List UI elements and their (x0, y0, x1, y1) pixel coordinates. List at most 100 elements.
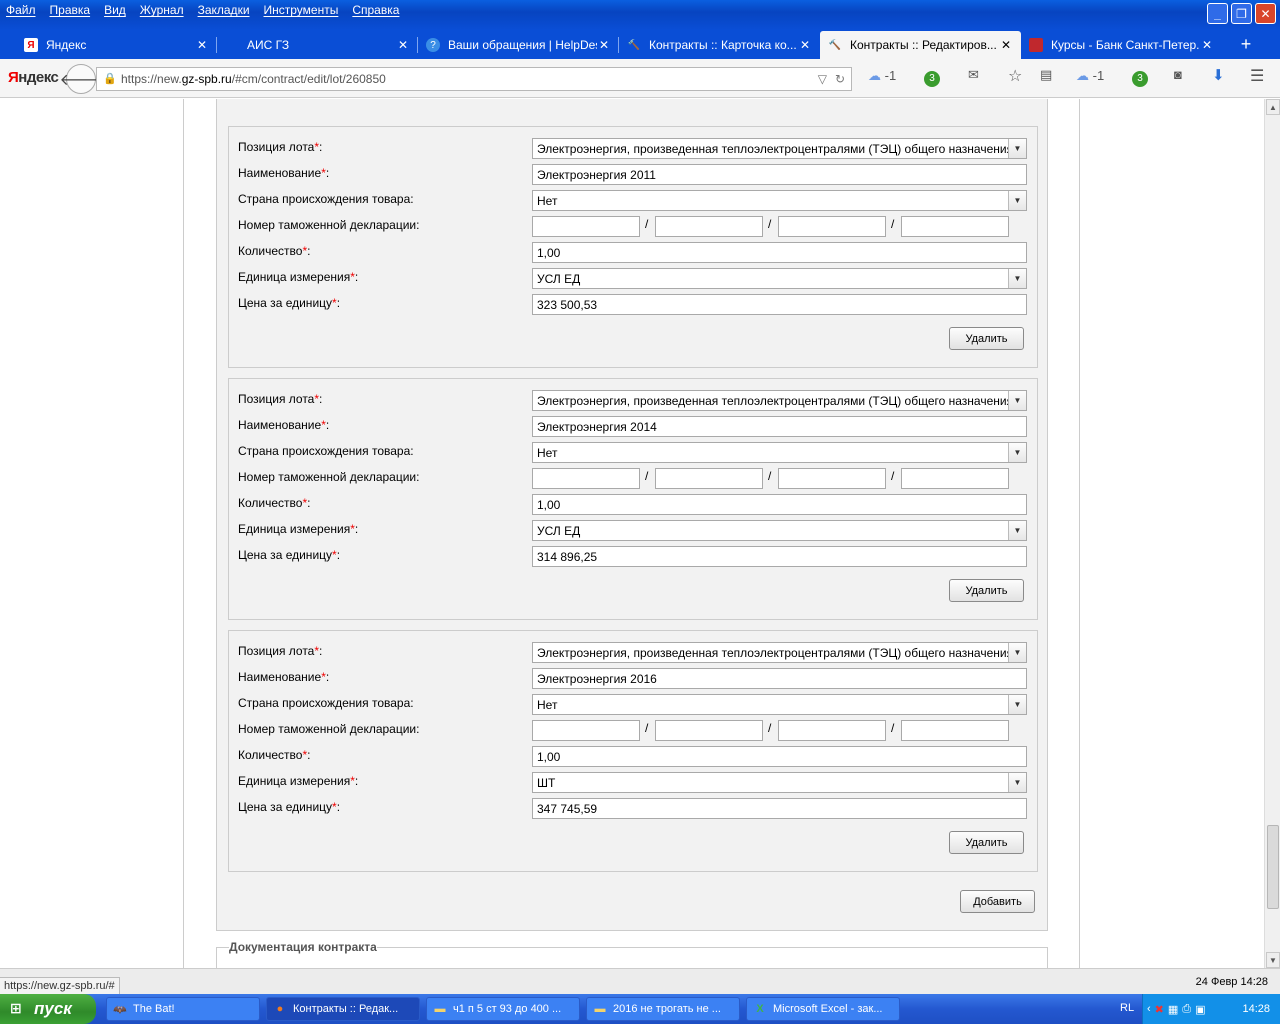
menu-history[interactable]: Журнал (140, 3, 184, 17)
menu-bookmarks[interactable]: Закладки (198, 3, 250, 17)
reader-icon[interactable]: ▤ (1040, 67, 1052, 83)
delete-button[interactable]: Удалить (949, 327, 1024, 350)
country-select[interactable]: Нет ▼ (532, 694, 1027, 715)
bookmark-star-icon[interactable]: ☆ (1008, 66, 1022, 86)
tab-bank-rates[interactable]: Курсы - Банк Санкт-Петер... ✕ (1021, 31, 1222, 59)
menu-file[interactable]: Файл (6, 3, 36, 17)
price-input[interactable]: 323 500,53 (532, 294, 1027, 315)
hamburger-menu-icon[interactable]: ☰ (1250, 66, 1264, 86)
network-icon[interactable]: ▦ (1168, 1003, 1178, 1016)
task-firefox-contracts[interactable]: ● Контракты :: Редак... (266, 997, 420, 1021)
tab-contract-edit[interactable]: 🔨 Контракты :: Редактиров... ✕ (820, 31, 1021, 59)
pocket-icon[interactable]: ◙ (1174, 67, 1182, 82)
country-select[interactable]: Нет ▼ (532, 190, 1027, 211)
quantity-input[interactable]: 1,00 (532, 242, 1027, 263)
menu-help[interactable]: Справка (352, 3, 399, 17)
tab-bar: Я Яндекс ✕ АИС ГЗ ✕ ? Ваши обращения | H… (0, 30, 1280, 59)
reload-icon[interactable]: ↻ (835, 72, 845, 86)
lot-item: Позиция лота *: Электроэнергия, произвед… (228, 630, 1038, 872)
lot-position-select[interactable]: Электроэнергия, произведенная теплоэлект… (532, 642, 1027, 663)
tab-close-icon[interactable]: ✕ (195, 38, 209, 52)
antivirus-icon[interactable]: ✖ (1155, 1003, 1164, 1016)
tab-contract-card[interactable]: 🔨 Контракты :: Карточка ко... ✕ (619, 31, 820, 59)
weather-widget-2[interactable]: ☁ -1 (1076, 68, 1104, 84)
unit-select[interactable]: ШТ ▼ (532, 772, 1027, 793)
quantity-input[interactable]: 1,00 (532, 494, 1027, 515)
delete-button[interactable]: Удалить (949, 831, 1024, 854)
customs-part-4-input[interactable] (901, 216, 1009, 237)
help-icon: ? (426, 38, 440, 52)
chevron-down-icon: ▼ (1008, 695, 1026, 714)
tab-label: Яндекс (46, 38, 87, 52)
price-input[interactable]: 347 745,59 (532, 798, 1027, 819)
menu-edit[interactable]: Правка (50, 3, 91, 17)
unit-select[interactable]: УСЛ ЕД ▼ (532, 268, 1027, 289)
scroll-thumb[interactable] (1267, 825, 1279, 909)
customs-part-2-input[interactable] (655, 720, 763, 741)
tray-chevron-icon[interactable]: ‹ (1147, 1003, 1151, 1015)
new-tab-button[interactable]: + (1232, 30, 1260, 59)
minimize-icon[interactable]: _ (1207, 3, 1228, 24)
customs-part-4-input[interactable] (901, 720, 1009, 741)
lot-name-input[interactable]: Электроэнергия 2011 (532, 164, 1027, 185)
lot-name-input[interactable]: Электроэнергия 2016 (532, 668, 1027, 689)
tab-yandex[interactable]: Я Яндекс ✕ (16, 31, 217, 59)
folder-icon: ▬ (434, 1003, 446, 1015)
unit-select[interactable]: УСЛ ЕД ▼ (532, 520, 1027, 541)
dropdown-icon[interactable]: ▽ (818, 72, 827, 86)
lot-position-select[interactable]: Электроэнергия, произведенная теплоэлект… (532, 390, 1027, 411)
add-lot-button[interactable]: Добавить (960, 890, 1035, 913)
hammer-icon: 🔨 (627, 39, 641, 51)
quantity-input[interactable]: 1,00 (532, 746, 1027, 767)
notification-badge[interactable]: 3 (924, 69, 940, 87)
task-excel[interactable]: X Microsoft Excel - зак... (746, 997, 900, 1021)
lot-position-select[interactable]: Электроэнергия, произведенная теплоэлект… (532, 138, 1027, 159)
yandex-logo[interactable]: Яндекс (8, 69, 59, 86)
download-icon[interactable]: ⬇ (1212, 66, 1225, 84)
chevron-down-icon: ▼ (1008, 643, 1026, 662)
lot-name-input[interactable]: Электроэнергия 2014 (532, 416, 1027, 437)
scroll-up-icon[interactable]: ▲ (1266, 99, 1280, 115)
tab-close-icon[interactable]: ✕ (798, 38, 812, 52)
address-bar[interactable]: 🔒 https://new.gz-spb.ru/#cm/contract/edi… (96, 67, 852, 91)
restore-icon[interactable]: ❐ (1231, 3, 1252, 24)
customs-label: Номер таможенной декларации: (238, 470, 420, 484)
printer-icon[interactable]: ⎙ (1182, 1003, 1191, 1016)
menu-tools[interactable]: Инструменты (264, 3, 339, 17)
back-button[interactable]: 🡐 (60, 64, 102, 94)
tab-close-icon[interactable]: ✕ (396, 38, 410, 52)
close-icon[interactable]: ✕ (1255, 3, 1276, 24)
customs-part-1-input[interactable] (532, 216, 640, 237)
tab-helpdesk[interactable]: ? Ваши обращения | HelpDes... ✕ (418, 31, 619, 59)
delete-button[interactable]: Удалить (949, 579, 1024, 602)
tab-ais-gz[interactable]: АИС ГЗ ✕ (217, 31, 418, 59)
customs-part-2-input[interactable] (655, 468, 763, 489)
language-indicator[interactable]: RL (1120, 1002, 1134, 1014)
country-select[interactable]: Нет ▼ (532, 442, 1027, 463)
scroll-down-icon[interactable]: ▼ (1266, 952, 1280, 968)
unit-label: Единица измерения *: (238, 774, 359, 788)
customs-part-1-input[interactable] (532, 720, 640, 741)
customs-part-3-input[interactable] (778, 720, 886, 741)
weather-widget[interactable]: ☁ -1 (868, 68, 896, 84)
menu-view[interactable]: Вид (104, 3, 126, 17)
start-button[interactable]: ⊞ пуск (0, 994, 96, 1024)
customs-part-1-input[interactable] (532, 468, 640, 489)
notification-badge-2[interactable]: 3 (1132, 69, 1148, 87)
vertical-scrollbar[interactable]: ▲ ▼ (1264, 99, 1280, 968)
tab-label: АИС ГЗ (247, 38, 290, 52)
tab-close-icon[interactable]: ✕ (597, 38, 611, 52)
mail-icon[interactable]: ✉ (968, 67, 979, 83)
customs-part-4-input[interactable] (901, 468, 1009, 489)
price-input[interactable]: 314 896,25 (532, 546, 1027, 567)
customs-part-2-input[interactable] (655, 216, 763, 237)
shield-tray-icon[interactable]: ▣ (1195, 1003, 1205, 1016)
task-folder-1[interactable]: ▬ ч1 п 5 ст 93 до 400 ... (426, 997, 580, 1021)
task-folder-2[interactable]: ▬ 2016 не трогать не ... (586, 997, 740, 1021)
customs-part-3-input[interactable] (778, 468, 886, 489)
name-label: Наименование *: (238, 166, 330, 180)
customs-part-3-input[interactable] (778, 216, 886, 237)
tab-close-icon[interactable]: ✕ (1200, 38, 1214, 52)
tab-close-icon[interactable]: ✕ (999, 38, 1013, 52)
task-the-bat[interactable]: 🦇 The Bat! (106, 997, 260, 1021)
